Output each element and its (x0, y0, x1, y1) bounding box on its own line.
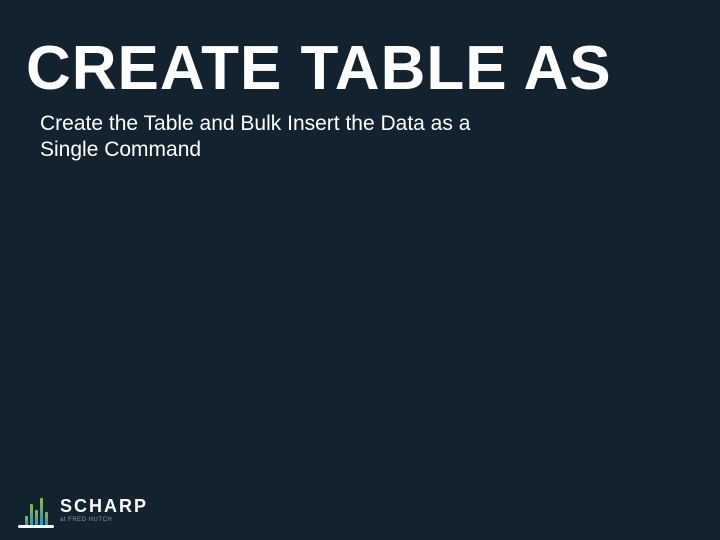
slide-subtitle: Create the Table and Bulk Insert the Dat… (40, 111, 480, 164)
slide-content: CREATE TABLE AS Create the Table and Bul… (26, 36, 694, 164)
scharp-logo-icon (20, 494, 52, 526)
logo-name: SCHARP (60, 497, 148, 515)
slide-title: CREATE TABLE AS (26, 36, 694, 101)
footer-logo: SCHARP at FRED HUTCH (20, 494, 148, 526)
logo-text: SCHARP at FRED HUTCH (60, 497, 148, 523)
logo-subtext: at FRED HUTCH (60, 517, 148, 523)
